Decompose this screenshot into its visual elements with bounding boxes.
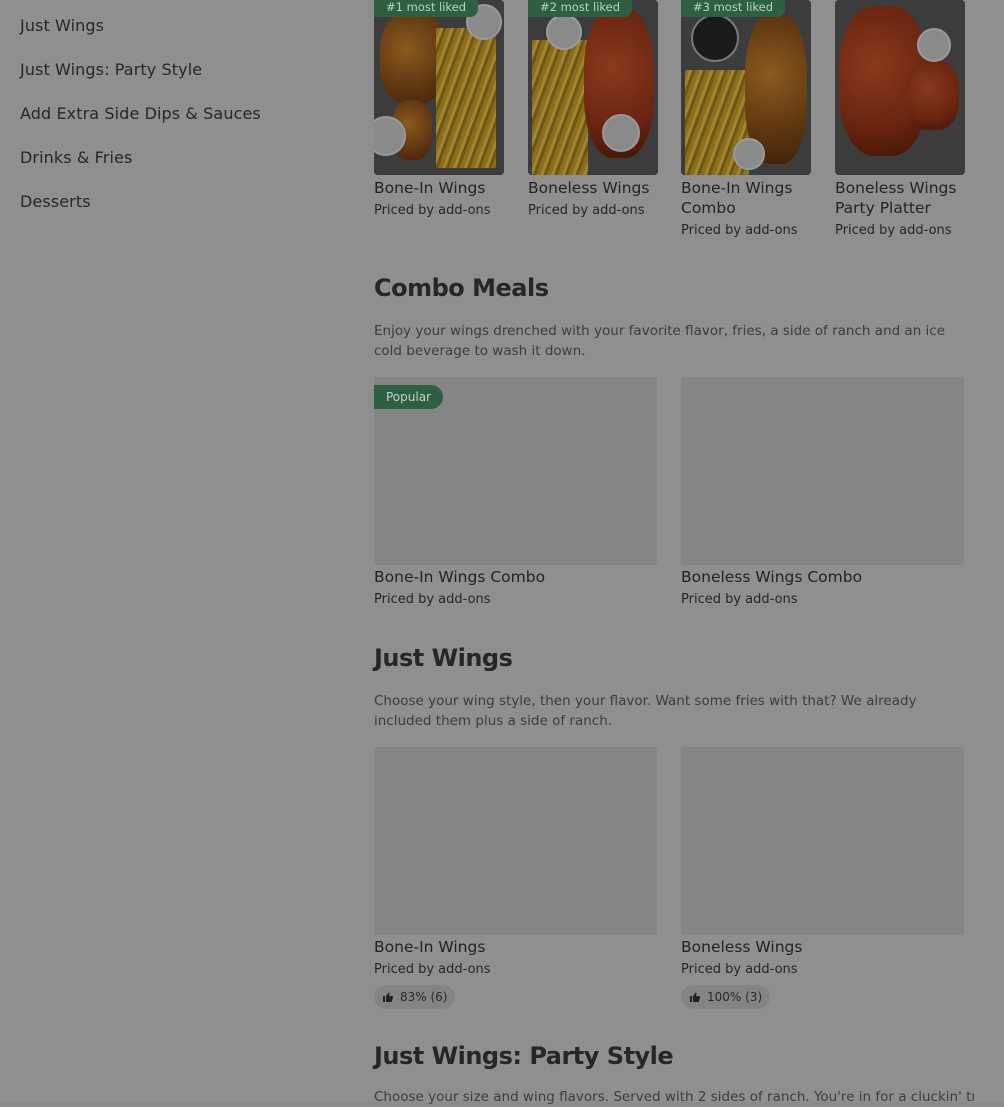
item-image bbox=[681, 747, 964, 935]
most-liked-badge: #2 most liked bbox=[528, 0, 633, 17]
item-image bbox=[528, 0, 658, 175]
section-title-party-style: Just Wings: Party Style bbox=[374, 1042, 674, 1070]
item-title: Boneless Wings Combo bbox=[681, 568, 863, 586]
item-title: Bone-In Wings Combo bbox=[374, 568, 546, 586]
rating-badge: 100% (3) bbox=[681, 985, 771, 1009]
thumbs-up-icon bbox=[690, 992, 701, 1002]
item-price: Priced by add-ons bbox=[835, 223, 952, 238]
sidebar-item-drinks-fries[interactable]: Drinks & Fries bbox=[20, 146, 340, 190]
most-liked-carousel: #1 most liked Bone-In Wings Priced by ad… bbox=[374, 0, 1004, 250]
section-description: Choose your size and wing flavors. Serve… bbox=[374, 1089, 974, 1105]
popular-badge: Popular bbox=[374, 385, 443, 409]
item-image bbox=[681, 0, 811, 175]
item-price: Priced by add-ons bbox=[681, 962, 798, 977]
item-price: Priced by add-ons bbox=[374, 962, 491, 977]
most-liked-badge: #1 most liked bbox=[374, 0, 479, 17]
store-page: Just Wings Just Wings: Party Style Add E… bbox=[0, 0, 1004, 1105]
item-image bbox=[835, 0, 965, 175]
section-description: Choose your wing style, then your flavor… bbox=[374, 693, 917, 729]
sidebar-item-just-wings[interactable]: Just Wings bbox=[20, 14, 340, 58]
item-price: Priced by add-ons bbox=[528, 203, 645, 218]
item-price: Priced by add-ons bbox=[681, 592, 798, 607]
item-image bbox=[374, 747, 657, 935]
item-image bbox=[374, 0, 504, 175]
item-title: Bone-In Wings bbox=[374, 938, 486, 956]
item-image bbox=[681, 377, 964, 565]
section-description: Enjoy your wings drenched with your favo… bbox=[374, 323, 946, 359]
sidebar-item-desserts[interactable]: Desserts bbox=[20, 190, 340, 234]
most-liked-badge: #3 most liked bbox=[681, 0, 786, 17]
section-title-just-wings: Just Wings bbox=[374, 644, 513, 672]
sidebar-item-just-wings-party-style[interactable]: Just Wings: Party Style bbox=[20, 58, 340, 102]
thumbs-up-icon bbox=[383, 992, 394, 1002]
item-title: Bone-In Wings Combo bbox=[681, 179, 793, 217]
item-title: Bone-In Wings bbox=[374, 179, 486, 197]
section-title-combo-meals: Combo Meals bbox=[374, 274, 549, 302]
rating-text: 83% (6) bbox=[400, 990, 448, 1004]
item-price: Priced by add-ons bbox=[681, 223, 798, 238]
rating-badge: 83% (6) bbox=[374, 985, 456, 1009]
rating-text: 100% (3) bbox=[707, 990, 763, 1004]
item-price: Priced by add-ons bbox=[374, 592, 491, 607]
item-title: Boneless Wings Party Platter bbox=[835, 179, 957, 217]
item-title: Boneless Wings bbox=[528, 179, 650, 197]
item-price: Priced by add-ons bbox=[374, 203, 491, 218]
item-title: Boneless Wings bbox=[681, 938, 803, 956]
category-sidebar: Just Wings Just Wings: Party Style Add E… bbox=[20, 14, 340, 234]
sidebar-item-extra-dips-sauces[interactable]: Add Extra Side Dips & Sauces bbox=[20, 102, 340, 146]
